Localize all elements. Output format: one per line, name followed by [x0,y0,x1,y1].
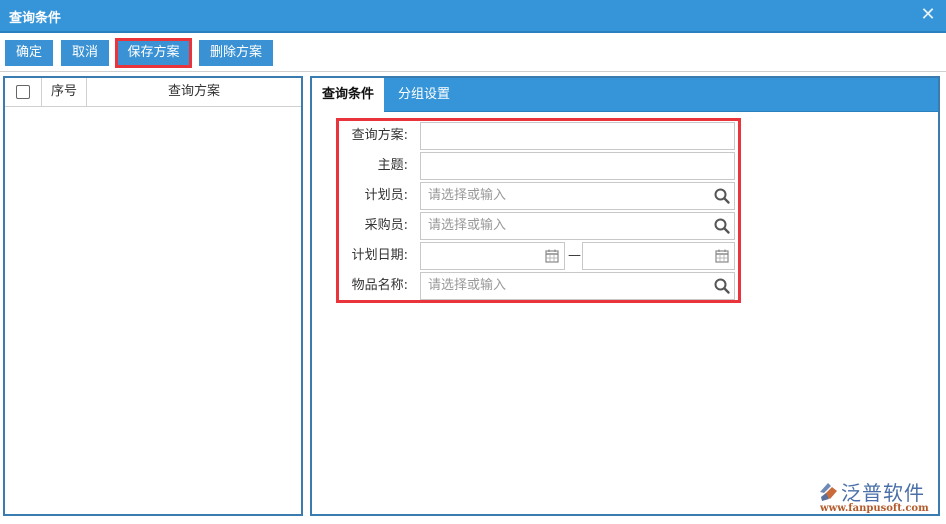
header-select-all-cell [5,78,42,106]
planner-input[interactable]: 请选择或输入 [420,182,735,210]
dialog-title: 查询条件 [9,11,62,26]
calendar-icon[interactable] [713,247,731,265]
close-icon[interactable]: ✕ [920,5,936,25]
watermark-logo: 泛普软件 www.fanpusoft.com [818,477,940,515]
buyer-placeholder: 请选择或输入 [428,218,507,233]
logo-url: www.fanpusoft.com [820,503,929,514]
item-name-label: 物品名称: [351,278,408,293]
form-row-plan-date: 计划日期: — [339,242,738,270]
item-name-input[interactable]: 请选择或输入 [420,272,735,300]
subject-label: 主题: [377,158,408,173]
search-icon[interactable] [713,187,731,205]
column-header-scheme[interactable]: 查询方案 [87,78,301,106]
scheme-list-panel: 序号 查询方案 [3,76,303,516]
form-row-subject: 主题: [339,152,738,180]
plan-date-from-input[interactable] [420,242,565,270]
column-header-seq[interactable]: 序号 [42,78,87,106]
date-range-separator: — [568,248,581,263]
tab-group-settings[interactable]: 分组设置 [384,78,464,112]
item-name-placeholder: 请选择或输入 [428,278,507,293]
plan-date-label: 计划日期: [351,248,408,263]
select-all-checkbox[interactable] [16,85,30,99]
scheme-input[interactable] [420,122,735,150]
calendar-icon[interactable] [543,247,561,265]
subject-input[interactable] [420,152,735,180]
buyer-input[interactable]: 请选择或输入 [420,212,735,240]
scheme-label: 查询方案: [351,128,408,143]
search-icon[interactable] [713,277,731,295]
delete-scheme-button[interactable]: 删除方案 [199,40,273,66]
plan-date-to-input[interactable] [582,242,735,270]
form-row-item-name: 物品名称: 请选择或输入 [339,272,738,300]
dialog-titlebar: 查询条件 ✕ [0,0,946,33]
planner-label: 计划员: [364,188,408,203]
cancel-button[interactable]: 取消 [61,40,109,66]
buyer-label: 采购员: [364,218,408,233]
confirm-button[interactable]: 确定 [5,40,53,66]
form-row-buyer: 采购员: 请选择或输入 [339,212,738,240]
save-scheme-button[interactable]: 保存方案 [115,38,192,68]
logo-mark-icon [820,483,837,501]
query-form: 查询方案: 主题: 计划员: 请选择或输入 采购员: 请选择或输入 计划日期: [336,118,741,303]
tab-query-conditions[interactable]: 查询条件 [312,78,384,113]
form-row-scheme: 查询方案: [339,122,738,150]
toolbar: 确定 取消 保存方案 删除方案 [0,35,946,72]
search-icon[interactable] [713,217,731,235]
grid-header: 序号 查询方案 [5,78,301,107]
logo-name: 泛普软件 [841,481,925,505]
form-row-planner: 计划员: 请选择或输入 [339,182,738,210]
tab-bar: 查询条件 分组设置 [312,78,938,113]
planner-placeholder: 请选择或输入 [428,188,507,203]
conditions-panel: 查询条件 分组设置 查询方案: 主题: 计划员: 请选择或输入 采购员: 请选择… [310,76,940,516]
